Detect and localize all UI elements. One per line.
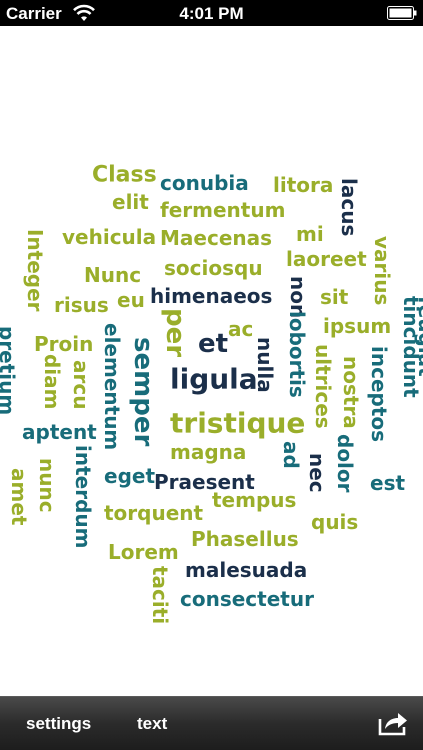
cloud-word: vehicula (62, 225, 156, 249)
cloud-word: ac (228, 317, 253, 341)
share-icon[interactable] (377, 709, 409, 737)
cloud-word: diam (40, 354, 64, 410)
cloud-word: ligula (170, 362, 258, 395)
cloud-word: Proin (34, 332, 93, 356)
cloud-word: feugiat (414, 296, 423, 377)
cloud-word: torquent (104, 501, 204, 525)
cloud-word: quis (311, 510, 358, 534)
cloud-word: Maecenas (160, 226, 272, 250)
cloud-word: ultrices (311, 344, 335, 429)
cloud-word: nec (305, 453, 329, 493)
text-button[interactable]: text (137, 714, 167, 734)
cloud-word: tristique (170, 406, 305, 439)
cloud-word: semper (128, 337, 158, 446)
cloud-word: risus (54, 293, 109, 317)
cloud-word: ad (279, 441, 303, 469)
word-cloud: Class conubia litora lacus elit fermentumvehi… (0, 163, 423, 625)
cloud-word: consectetur (180, 587, 314, 611)
cloud-word: sit (320, 285, 349, 309)
cloud-word: nunc (35, 458, 59, 513)
cloud-word: mi (296, 222, 324, 246)
cloud-word: laoreet (286, 247, 367, 271)
cloud-word: ipsum (323, 314, 391, 338)
cloud-word: varius (370, 236, 394, 305)
cloud-word: amet (7, 468, 31, 526)
cloud-word: aptent (22, 420, 97, 444)
cloud-word: Nunc (84, 263, 141, 287)
cloud-word: conubia (160, 171, 249, 195)
cloud-word: et (198, 329, 228, 359)
cloud-word: himenaeos (150, 284, 272, 308)
cloud-word: malesuada (185, 558, 307, 582)
cloud-word: inceptos (367, 346, 391, 442)
cloud-word: sociosqu (164, 256, 263, 280)
cloud-word: litora (273, 173, 333, 197)
cloud-word: per (160, 308, 190, 357)
bottom-toolbar: settings text (0, 696, 423, 750)
cloud-word: Class (92, 163, 157, 188)
cloud-word: pretium (0, 326, 19, 415)
cloud-word: fermentum (160, 198, 285, 222)
cloud-word: elit (112, 190, 149, 214)
clock-time: 4:01 PM (179, 4, 244, 23)
word-cloud-canvas: Class conubia litora lacus elit fermentum vehi… (0, 26, 423, 696)
cloud-word: eget (104, 464, 155, 488)
status-bar: Carrier 4:01 PM (0, 0, 423, 26)
cloud-word: Lorem (108, 540, 179, 564)
cloud-word: magna (170, 440, 246, 464)
cloud-word: dolor (333, 434, 357, 493)
cloud-word: Integer (23, 229, 47, 312)
cloud-word: est (370, 471, 405, 495)
cloud-word: nostra (339, 356, 363, 429)
settings-button[interactable]: settings (26, 714, 91, 734)
cloud-word: lobortis (285, 311, 309, 398)
cloud-word: Phasellus (191, 527, 299, 551)
cloud-word: arcu (69, 360, 93, 409)
cloud-word: taciti (148, 566, 172, 624)
battery-icon (387, 6, 417, 20)
cloud-word: elementum (100, 323, 124, 450)
cloud-word: eu (117, 288, 145, 312)
cloud-word: lacus (337, 178, 361, 236)
cloud-word: interdum (71, 445, 95, 548)
cloud-word: tempus (212, 488, 296, 512)
